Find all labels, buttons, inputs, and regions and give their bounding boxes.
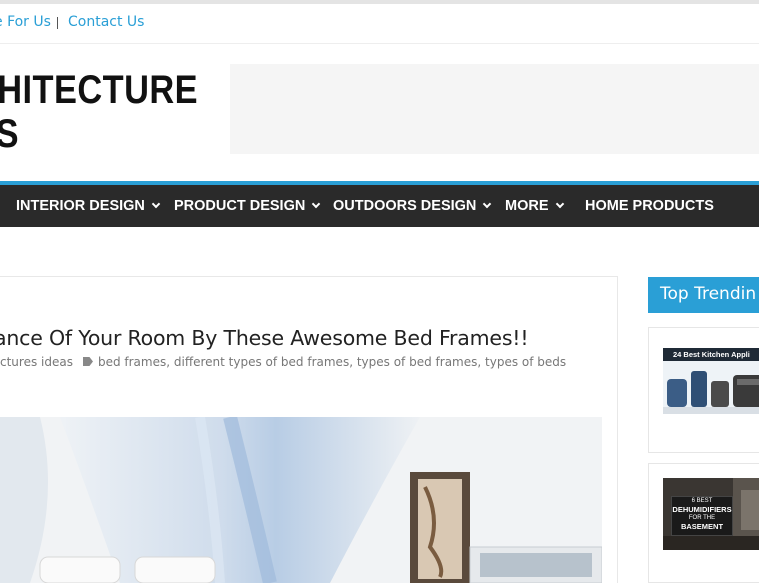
chevron-down-icon bbox=[151, 199, 161, 209]
nav-item-home-products[interactable]: HOME PRODUCTS bbox=[585, 185, 714, 227]
logo-line-2: EAS bbox=[0, 112, 19, 157]
top-links-bar: e For Us Contact Us bbox=[0, 4, 759, 44]
logo-line-1: CHITECTURE bbox=[0, 68, 198, 112]
sidebar-thumbnail[interactable]: 24 Best Kitchen Appli bbox=[663, 348, 759, 414]
nav-item-more[interactable]: MORE bbox=[505, 185, 564, 227]
bedroom-photo bbox=[0, 417, 602, 583]
nav-item-interior-design[interactable]: INTERIOR DESIGN bbox=[16, 185, 161, 227]
tag-link[interactable]: types of beds bbox=[485, 355, 566, 369]
header-ad-area bbox=[230, 64, 759, 154]
contact-us-link[interactable]: Contact Us bbox=[68, 14, 144, 30]
sidebar-heading: Top Trendin bbox=[648, 277, 759, 311]
tag-link[interactable]: different types of bed frames bbox=[174, 355, 349, 369]
tag-icon bbox=[82, 357, 93, 366]
site-logo[interactable]: CHITECTURE EAS bbox=[0, 68, 230, 158]
write-for-us-link[interactable]: e For Us bbox=[0, 14, 51, 30]
sidebar-thumbnail[interactable]: 6 BEST DEHUMIDIFIERS FOR THE BASEMENT bbox=[663, 478, 759, 550]
tag-link[interactable]: types of bed frames bbox=[357, 355, 478, 369]
chevron-down-icon bbox=[312, 199, 321, 209]
nav-item-label: OUTDOORS DESIGN bbox=[333, 198, 477, 214]
page: e For Us Contact Us CHITECTURE EAS INTER… bbox=[0, 0, 759, 583]
top-link-separator bbox=[57, 17, 58, 29]
thumbnail-caption: 6 BEST DEHUMIDIFIERS FOR THE BASEMENT bbox=[671, 496, 733, 536]
article-title[interactable]: ance Of Your Room By These Awesome Bed F… bbox=[0, 326, 529, 350]
thumbnail-caption: 24 Best Kitchen Appli bbox=[663, 348, 759, 361]
nav-item-label: HOME PRODUCTS bbox=[585, 198, 714, 214]
nav-item-label: PRODUCT DESIGN bbox=[174, 198, 306, 214]
chevron-down-icon bbox=[555, 199, 564, 209]
sidebar-heading-underline bbox=[648, 311, 759, 313]
nav-item-product-design[interactable]: PRODUCT DESIGN bbox=[174, 185, 321, 227]
nav-item-outdoors-design[interactable]: OUTDOORS DESIGN bbox=[333, 185, 492, 227]
tag-link[interactable]: bed frames bbox=[98, 355, 166, 369]
caption-big: DEHUMIDIFIERS bbox=[672, 505, 732, 514]
featured-image[interactable] bbox=[0, 417, 602, 583]
chevron-down-icon bbox=[483, 199, 492, 209]
nav-item-label: MORE bbox=[505, 198, 549, 214]
kitchen-appliances-photo bbox=[663, 361, 759, 414]
caption-small: FOR THE bbox=[688, 515, 716, 521]
article-meta: ctures ideas bed frames, different types … bbox=[0, 355, 567, 369]
caption-small: 6 BEST bbox=[691, 498, 713, 504]
main-navigation: INTERIOR DESIGN PRODUCT DESIGN OUTDOORS … bbox=[0, 185, 759, 227]
category-link[interactable]: ctures ideas bbox=[0, 355, 73, 369]
nav-item-label: INTERIOR DESIGN bbox=[16, 198, 145, 214]
caption-big: BASEMENT bbox=[680, 522, 724, 531]
